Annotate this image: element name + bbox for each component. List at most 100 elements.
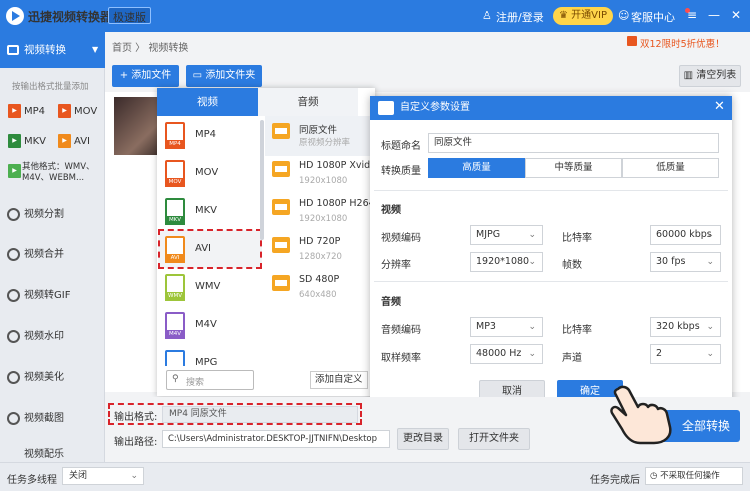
dialog-close-icon[interactable]: ✕	[714, 99, 725, 114]
preset-sub: 1920x1080	[299, 176, 348, 186]
search-icon: ⚲	[172, 374, 179, 384]
channel-select[interactable]: 2 ⌄	[650, 344, 721, 364]
format-search-input[interactable]: ⚲ 搜索	[166, 370, 254, 390]
crown-icon: ♛	[559, 10, 572, 21]
resolution-select[interactable]: 1920*1080 ⌄	[470, 252, 543, 272]
multithread-select[interactable]: 关闭 ⌄	[62, 467, 144, 485]
output-format-selector[interactable]: MP4 同原文件	[162, 406, 358, 423]
service-icon[interactable]: ☺	[618, 9, 629, 22]
preset-sub: 原视频分辨率	[299, 138, 351, 148]
channel-value: 2	[656, 348, 663, 359]
preset-name: HD 720P	[299, 236, 341, 247]
multithread-value: 关闭	[69, 471, 88, 481]
chevron-down-icon: ▼	[92, 45, 99, 54]
tab-audio[interactable]: 音频	[258, 88, 358, 116]
video-convert-icon	[7, 45, 19, 55]
audio-section-title: 音频	[381, 297, 401, 308]
pointing-hand-icon	[610, 385, 672, 445]
other-formats-icon: ▶	[8, 164, 21, 178]
merge-label: 视频合并	[24, 249, 64, 260]
beautify-icon	[7, 371, 20, 384]
add-folder-button[interactable]: ▭ 添加文件夹	[186, 65, 262, 87]
output-path-input[interactable]: C:\Users\Administrator.DESKTOP-JJTNIFN\D…	[162, 430, 390, 448]
sidebar-format-avi[interactable]: AVI	[74, 136, 90, 147]
chevron-down-icon: ⌄	[528, 322, 536, 332]
login-link[interactable]: 注册/登录	[496, 9, 544, 25]
format-label: MPG	[195, 357, 218, 366]
camera-icon	[378, 101, 394, 115]
audio-codec-value: MP3	[476, 321, 496, 332]
format-item-mp4[interactable]: MP4 MP4	[165, 118, 255, 154]
quality-low-button[interactable]: 低质量	[622, 158, 719, 178]
music-label: 视频配乐	[24, 449, 64, 460]
format-label: MOV	[195, 167, 219, 178]
title-name-input[interactable]: 同原文件	[428, 133, 719, 153]
mkv-file-icon: MKV	[165, 198, 185, 225]
done-action-select[interactable]: ◷ 不采取任何操作	[645, 467, 743, 485]
user-icon[interactable]: ♙	[482, 9, 492, 22]
audio-codec-select[interactable]: MP3 ⌄	[470, 317, 543, 337]
quality-high-button[interactable]: 高质量	[428, 158, 525, 178]
sample-rate-value: 48000 Hz	[476, 348, 522, 359]
add-file-button[interactable]: + 添加文件	[112, 65, 179, 87]
sidebar-format-mov[interactable]: MOV	[74, 106, 97, 117]
audio-codec-label: 音频编码	[381, 325, 421, 336]
sidebar-header-label: 视频转换	[24, 44, 66, 56]
format-item-mpg[interactable]: MPG MPG	[165, 346, 255, 366]
format-item-wmv[interactable]: WMV WMV	[165, 270, 255, 306]
sample-rate-select[interactable]: 48000 Hz ⌄	[470, 344, 543, 364]
sidebar-format-mp4[interactable]: MP4	[24, 106, 45, 117]
mkv-icon: ▶	[8, 134, 21, 148]
resolution-value: 1920*1080	[476, 256, 530, 267]
audio-bitrate-select[interactable]: 320 kbps ⌄	[650, 317, 721, 337]
format-item-m4v[interactable]: M4V M4V	[165, 308, 255, 344]
tab-video[interactable]: 视频	[157, 88, 258, 116]
open-folder-button[interactable]: 打开文件夹	[458, 428, 530, 450]
close-icon[interactable]: ✕	[731, 8, 741, 22]
service-link[interactable]: 客服中心	[631, 9, 675, 25]
format-item-mpg-clip: MPG MPG	[157, 346, 261, 366]
title-name-label: 标题命名	[381, 141, 421, 152]
video-bitrate-select[interactable]: 60000 kbps ⌄	[650, 225, 721, 245]
preset-sub: 1280x720	[299, 252, 342, 262]
clear-list-button[interactable]: ▥ 清空列表	[679, 65, 741, 87]
done-action-value: 不采取任何操作	[660, 471, 720, 481]
format-item-mkv[interactable]: MKV MKV	[165, 194, 255, 230]
quality-medium-button[interactable]: 中等质量	[525, 158, 622, 178]
m4v-file-icon: M4V	[165, 312, 185, 339]
mov-icon: ▶	[58, 104, 71, 118]
dialog-title: 自定义参数设置	[370, 96, 732, 120]
video-codec-select[interactable]: MJPG ⌄	[470, 225, 543, 245]
output-path-label: 输出路径:	[114, 437, 158, 448]
menu-icon[interactable]: ≡	[687, 8, 697, 22]
gif-label: 视频转GIF	[24, 290, 71, 301]
minimize-icon[interactable]: —	[708, 8, 720, 22]
done-label: 任务完成后	[590, 475, 640, 486]
video-codec-value: MJPG	[476, 229, 501, 240]
promo-link[interactable]: 双12限时5折优惠！	[640, 36, 725, 50]
plus-icon: +	[119, 70, 132, 81]
watermark-icon	[7, 330, 20, 343]
sidebar-other-formats[interactable]: 其他格式：WMV、 M4V、WEBM...	[22, 162, 95, 184]
trash-icon: ▥	[683, 70, 697, 81]
gif-icon	[7, 289, 20, 302]
add-file-label: 添加文件	[131, 70, 172, 81]
add-folder-label: 添加文件夹	[205, 70, 256, 81]
screenshot-label: 视频截图	[24, 413, 64, 424]
audio-bitrate-value: 320 kbps	[656, 321, 700, 332]
sidebar-format-mkv[interactable]: MKV	[24, 136, 46, 147]
format-list-scrollbar[interactable]	[260, 120, 264, 240]
search-placeholder: 搜索	[186, 378, 205, 388]
change-dir-button[interactable]: 更改目录	[397, 428, 449, 450]
chevron-down-icon: ⌄	[706, 257, 714, 267]
preset-name: HD 1080P H264	[299, 198, 375, 209]
fps-select[interactable]: 30 fps ⌄	[650, 252, 721, 272]
merge-icon	[7, 248, 20, 261]
vip-label: 开通VIP	[571, 10, 607, 21]
vip-button[interactable]: ♛ 开通VIP	[553, 7, 613, 25]
format-item-mov[interactable]: MOV MOV	[165, 156, 255, 192]
chevron-down-icon: ⌄	[706, 322, 714, 332]
sidebar-item-music[interactable]: 视频配乐	[0, 440, 105, 462]
format-label: MKV	[195, 205, 218, 216]
add-custom-button[interactable]: 添加自定义	[310, 371, 368, 389]
